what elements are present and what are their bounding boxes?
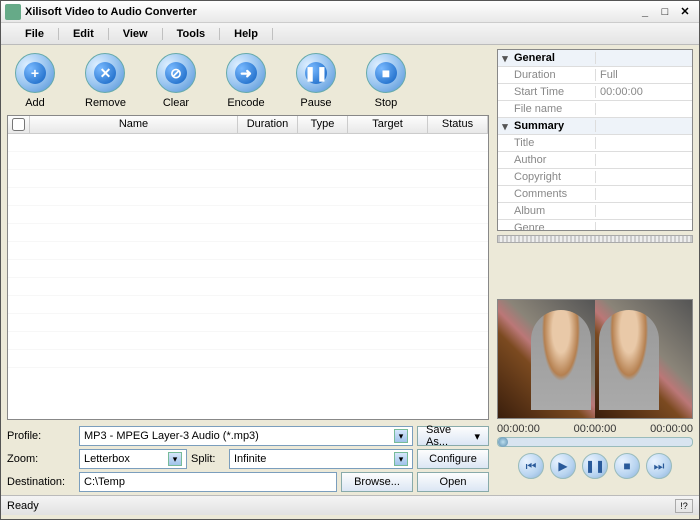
browse-button[interactable]: Browse...: [341, 472, 413, 492]
chevron-down-icon: ▾: [394, 429, 408, 443]
menu-file[interactable]: File: [21, 28, 59, 40]
col-target[interactable]: Target: [348, 116, 428, 133]
time-mid: 00:00:00: [574, 423, 617, 435]
destination-input[interactable]: C:\Temp: [79, 472, 337, 492]
encode-button[interactable]: ➜Encode: [226, 53, 266, 109]
split-label: Split:: [191, 453, 225, 465]
time-total: 00:00:00: [650, 423, 693, 435]
profile-label: Profile:: [7, 430, 75, 442]
select-all-checkbox[interactable]: [12, 118, 25, 131]
menu-help[interactable]: Help: [220, 28, 273, 40]
file-list[interactable]: Name Duration Type Target Status: [7, 115, 489, 420]
maximize-button[interactable]: □: [655, 6, 675, 18]
menu-edit[interactable]: Edit: [59, 28, 109, 40]
splitter-handle[interactable]: [497, 235, 693, 243]
plus-icon: +: [24, 62, 46, 84]
close-button[interactable]: ✕: [675, 5, 695, 18]
arrow-icon: ➜: [235, 62, 257, 84]
slider-thumb[interactable]: [498, 437, 508, 447]
menu-bar: File Edit View Tools Help: [1, 23, 699, 45]
properties-panel[interactable]: ▾General DurationFull Start Time00:00:00…: [497, 49, 693, 231]
window-title: Xilisoft Video to Audio Converter: [25, 6, 635, 18]
stoptrack-button[interactable]: ■: [614, 453, 640, 479]
collapse-icon[interactable]: ▾: [498, 120, 512, 133]
col-status[interactable]: Status: [428, 116, 488, 133]
pause-button[interactable]: ❚❚Pause: [296, 53, 336, 109]
zoom-label: Zoom:: [7, 453, 75, 465]
status-text: Ready: [7, 500, 675, 512]
clear-button[interactable]: ⊘Clear: [156, 53, 196, 109]
prop-key: Duration: [512, 69, 596, 81]
file-rows: [8, 134, 488, 376]
open-button[interactable]: Open: [417, 472, 489, 492]
minimize-button[interactable]: _: [635, 6, 655, 18]
app-icon: [5, 4, 21, 20]
stop-button[interactable]: ■Stop: [366, 53, 406, 109]
destination-label: Destination:: [7, 476, 75, 488]
help-button[interactable]: !?: [675, 499, 693, 513]
play-button[interactable]: ▶: [550, 453, 576, 479]
add-button[interactable]: +Add: [15, 53, 55, 109]
split-select[interactable]: Infinite▾: [229, 449, 413, 469]
x-icon: ✕: [94, 62, 116, 84]
col-duration[interactable]: Duration: [238, 116, 298, 133]
profile-select[interactable]: MP3 - MPEG Layer-3 Audio (*.mp3)▾: [79, 426, 413, 446]
preview-image: [595, 300, 692, 418]
col-type[interactable]: Type: [298, 116, 348, 133]
collapse-icon[interactable]: ▾: [498, 52, 512, 65]
chevron-down-icon: ▾: [394, 452, 408, 466]
pause-icon: ❚❚: [305, 62, 327, 84]
playpause-button[interactable]: ❚❚: [582, 453, 608, 479]
menu-tools[interactable]: Tools: [163, 28, 221, 40]
prop-val[interactable]: Full: [596, 69, 692, 81]
save-as-button[interactable]: Save As...▾: [417, 426, 489, 446]
chevron-down-icon: ▾: [168, 452, 182, 466]
remove-button[interactable]: ✕Remove: [85, 53, 126, 109]
next-button[interactable]: ⏭: [646, 453, 672, 479]
stop-icon: ■: [375, 62, 397, 84]
menu-view[interactable]: View: [109, 28, 163, 40]
video-preview: [497, 299, 693, 419]
preview-image: [498, 300, 595, 418]
seek-slider[interactable]: [497, 437, 693, 447]
clear-icon: ⊘: [165, 62, 187, 84]
prev-button[interactable]: ⏮: [518, 453, 544, 479]
zoom-select[interactable]: Letterbox▾: [79, 449, 187, 469]
col-check[interactable]: [8, 116, 30, 133]
time-current: 00:00:00: [497, 423, 540, 435]
configure-button[interactable]: Configure: [417, 449, 489, 469]
col-name[interactable]: Name: [30, 116, 238, 133]
toolbar: +Add ✕Remove ⊘Clear ➜Encode ❚❚Pause ■Sto…: [7, 49, 489, 115]
